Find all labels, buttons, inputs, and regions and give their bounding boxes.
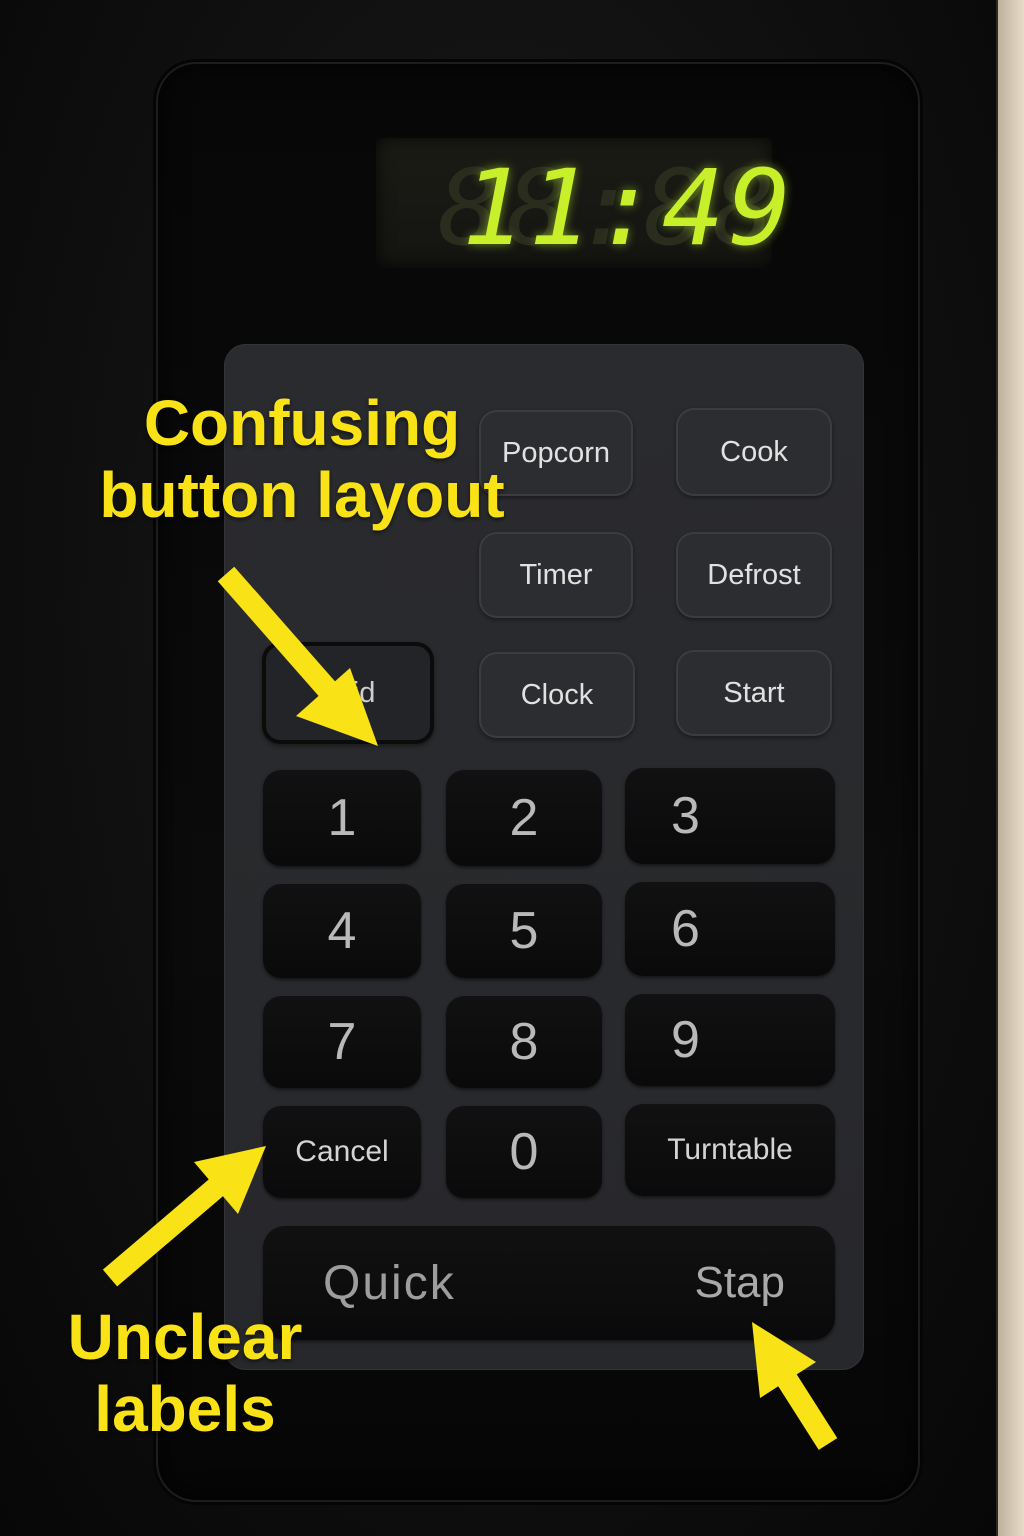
digit-label: 0: [509, 1123, 539, 1181]
stap-label: Stap: [694, 1258, 785, 1307]
digit-label: 4: [327, 902, 357, 960]
display-time: 11:49: [462, 147, 796, 269]
callout-layout-line1: Confusing: [143, 387, 461, 459]
obscured-label: Grid: [320, 676, 376, 709]
clock-button[interactable]: Clock: [479, 652, 635, 738]
digit-3-button[interactable]: 3: [625, 768, 835, 864]
digit-6-button[interactable]: 6: [625, 882, 835, 976]
defrost-button[interactable]: Defrost: [676, 532, 832, 618]
digit-label: 8: [509, 1013, 539, 1071]
digit-label: 2: [509, 789, 539, 847]
callout-layout-line2: button layout: [99, 458, 505, 531]
callout-confusing-layout: Confusing button layout: [72, 387, 532, 531]
defrost-label: Defrost: [707, 558, 801, 591]
digit-1-button[interactable]: 1: [263, 770, 421, 866]
timer-button[interactable]: Timer: [479, 532, 633, 618]
digit-label: 9: [671, 1011, 700, 1069]
wall: [994, 0, 1024, 1536]
quick-stap-button[interactable]: Quick Stap: [263, 1226, 835, 1340]
timer-label: Timer: [519, 558, 593, 591]
digit-2-button[interactable]: 2: [446, 770, 602, 866]
digit-label: 3: [671, 787, 700, 845]
cook-label: Cook: [720, 435, 788, 468]
digit-0-button[interactable]: 0: [446, 1106, 602, 1198]
callout-labels-line2: labels: [94, 1372, 276, 1445]
digit-9-button[interactable]: 9: [625, 994, 835, 1086]
obscured-button[interactable]: Grid: [262, 642, 434, 744]
cancel-button[interactable]: Cancel: [263, 1106, 421, 1198]
start-button[interactable]: Start: [676, 650, 832, 736]
digit-4-button[interactable]: 4: [263, 884, 421, 978]
quick-label: Quick: [323, 1257, 456, 1310]
digit-7-button[interactable]: 7: [263, 996, 421, 1088]
start-label: Start: [723, 676, 785, 709]
digit-label: 6: [671, 900, 700, 958]
callout-labels-line1: Unclear: [67, 1301, 303, 1373]
digit-label: 7: [327, 1013, 357, 1071]
callout-unclear-labels: Unclear labels: [40, 1301, 330, 1445]
digit-8-button[interactable]: 8: [446, 996, 602, 1088]
turntable-label: Turntable: [667, 1133, 793, 1166]
cancel-label: Cancel: [295, 1135, 389, 1168]
cook-button[interactable]: Cook: [676, 408, 832, 496]
clock-label: Clock: [520, 678, 594, 711]
digit-5-button[interactable]: 5: [446, 884, 602, 978]
digit-label: 5: [509, 902, 539, 960]
turntable-button[interactable]: Turntable: [625, 1104, 835, 1196]
scene: 88:88 11:49 Popcorn Cook Timer Defrost G…: [0, 0, 1024, 1536]
digit-label: 1: [327, 789, 357, 847]
